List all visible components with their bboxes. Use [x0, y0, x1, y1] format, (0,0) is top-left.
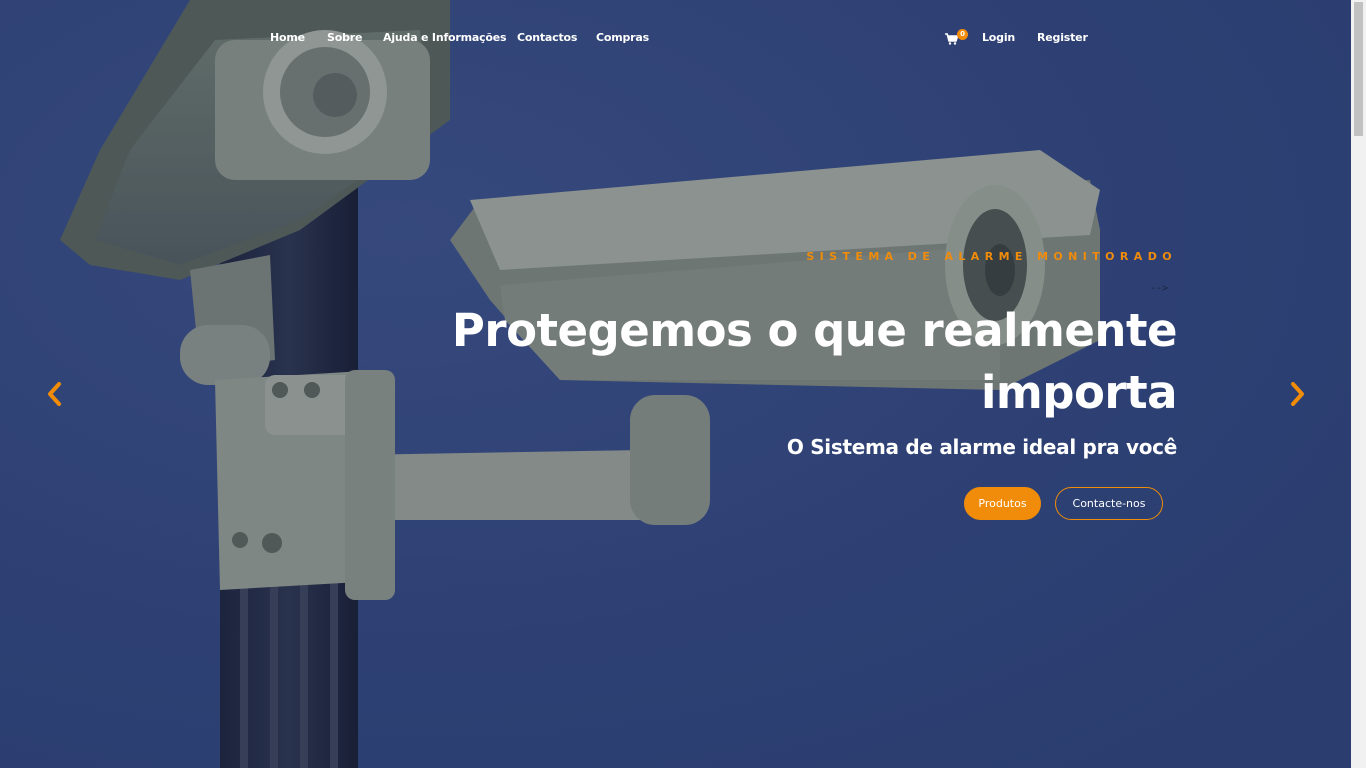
contacte-nos-button[interactable]: Contacte-nos: [1055, 487, 1163, 520]
main-nav: Home Sobre Ajuda e Informações Contactos…: [0, 0, 1351, 78]
hero-headline-line1: Protegemos o que realmente: [451, 304, 1178, 357]
nav-home[interactable]: Home: [270, 31, 305, 47]
produtos-button[interactable]: Produtos: [964, 487, 1041, 520]
cart-button[interactable]: 0: [945, 29, 969, 48]
cart-count-badge: 0: [957, 29, 968, 40]
scrollbar-thumb[interactable]: [1354, 2, 1363, 136]
nav-compras[interactable]: Compras: [596, 31, 649, 47]
hero-eyebrow: SISTEMA DE ALARME MONITORADO: [806, 250, 1177, 263]
hero-headline-line2: importa: [980, 366, 1178, 419]
register-link[interactable]: Register: [1037, 31, 1088, 47]
hero-arrow-text: -->: [1150, 283, 1169, 294]
login-link[interactable]: Login: [982, 31, 1015, 47]
hero-subheadline: O Sistema de alarme ideal pra você: [786, 435, 1177, 459]
page-scrollbar[interactable]: [1351, 0, 1366, 768]
nav-sobre[interactable]: Sobre: [327, 31, 362, 47]
slider-next-button[interactable]: [1286, 381, 1308, 407]
slider-prev-button[interactable]: [44, 381, 66, 407]
nav-contactos[interactable]: Contactos: [517, 31, 577, 47]
nav-ajuda[interactable]: Ajuda e Informações: [383, 31, 507, 47]
chevron-left-icon: [48, 382, 61, 406]
chevron-right-icon: [1291, 382, 1304, 406]
hero-headline: Protegemos o que realmente importa: [417, 300, 1178, 424]
